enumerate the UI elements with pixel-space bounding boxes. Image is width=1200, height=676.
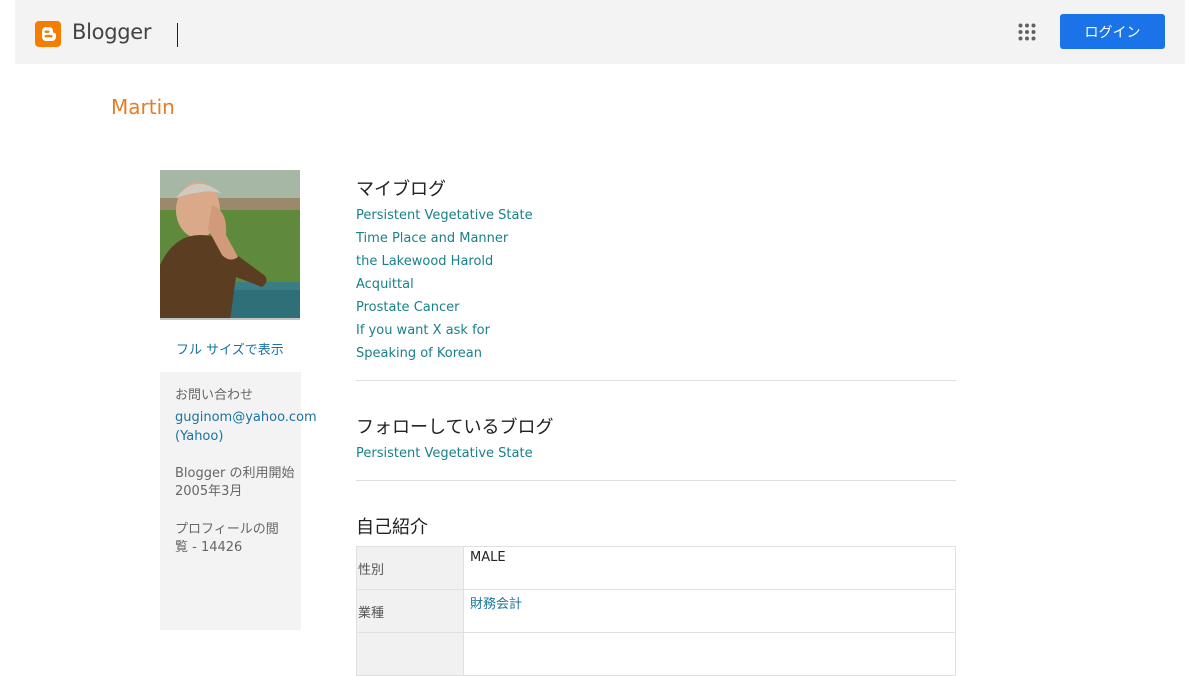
about-value: MALE [463, 546, 956, 590]
apps-grid-icon[interactable] [1018, 23, 1036, 41]
about-label [356, 632, 464, 676]
about-value [463, 632, 956, 676]
about-value-cell: 財務会計 [463, 589, 956, 633]
about-label: 業種 [356, 589, 464, 633]
my-blog-link[interactable]: Persistent Vegetative State [356, 208, 533, 223]
profile-sidebar: お問い合わせ guginom@yahoo.com (Yahoo) Blogger… [160, 372, 317, 630]
member-since-value: 2005年3月 [175, 484, 243, 499]
header-divider [177, 23, 178, 47]
following-title: フォローしているブログ [356, 417, 554, 438]
member-since-label: Blogger の利用開始 [175, 466, 295, 481]
followed-blog-link[interactable]: Persistent Vegetative State [356, 446, 533, 461]
contact-email-link[interactable]: guginom@yahoo.com [175, 409, 317, 427]
profile-views-label: プロフィールの閲 [175, 522, 279, 537]
my-blog-link[interactable]: If you want X ask for [356, 323, 490, 338]
my-blog-link[interactable]: Time Place and Manner [356, 231, 508, 246]
view-full-size-link[interactable]: フル サイズで表示 [176, 339, 284, 358]
profile-name: Martin [111, 95, 175, 119]
my-blog-link[interactable]: the Lakewood Harold [356, 254, 493, 269]
my-blog-link[interactable]: Prostate Cancer [356, 300, 459, 315]
login-button[interactable]: ログイン [1060, 14, 1165, 49]
top-bar: Blogger ログイン [15, 0, 1185, 64]
my-blogs-title: マイブログ [356, 179, 446, 200]
logo-text[interactable]: Blogger [72, 20, 152, 44]
about-table: 性別 MALE 業種 財務会計 [356, 546, 956, 676]
table-row: 業種 財務会計 [356, 589, 956, 633]
blogger-logo-icon[interactable] [35, 21, 61, 47]
about-label: 性別 [356, 546, 464, 590]
section-divider [356, 480, 956, 481]
profile-views-count: 覧 - 14426 [175, 540, 243, 555]
table-row [356, 632, 956, 676]
my-blog-link[interactable]: Speaking of Korean [356, 346, 482, 361]
table-row: 性別 MALE [356, 546, 956, 590]
industry-link[interactable]: 財務会計 [470, 597, 522, 612]
section-divider [356, 380, 956, 381]
contact-label: お問い合わせ [175, 388, 254, 403]
contact-service-link[interactable]: (Yahoo) [175, 428, 223, 446]
my-blog-link[interactable]: Acquittal [356, 277, 414, 292]
profile-photo[interactable] [160, 170, 300, 320]
about-title: 自己紹介 [356, 517, 428, 538]
